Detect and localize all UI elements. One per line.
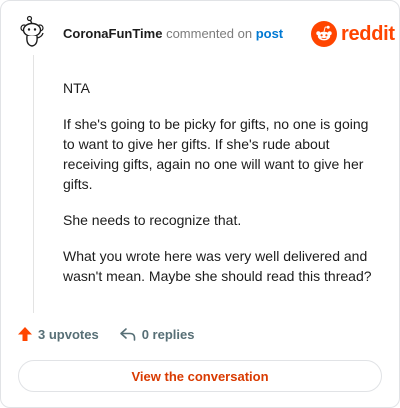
thread-line — [33, 55, 34, 313]
reddit-snoo-icon — [311, 21, 337, 47]
commented-on-text: commented on — [166, 26, 253, 41]
comment-paragraph: If she's going to be picky for gifts, no… — [63, 116, 369, 192]
comment-paragraph: She needs to recognize that. — [63, 212, 242, 228]
reddit-brand-logo[interactable]: reddit — [311, 21, 395, 47]
comment-footer: 3 upvotes 0 replies — [17, 326, 194, 342]
view-conversation-label: View the conversation — [131, 368, 269, 384]
reddit-wordmark: reddit — [341, 23, 395, 45]
replies-count: 0 replies — [141, 326, 195, 342]
snoo-avatar-icon — [20, 15, 44, 47]
comment-paragraph: NTA — [63, 80, 90, 96]
upvotes-count: 3 upvotes — [38, 326, 99, 342]
view-conversation-button[interactable]: View the conversation — [18, 360, 382, 392]
replies-group[interactable]: 0 replies — [119, 326, 195, 342]
post-link[interactable]: post — [256, 26, 283, 41]
reply-arrow-icon[interactable] — [119, 326, 137, 342]
comment-body: NTA If she's going to be picky for gifts… — [63, 78, 383, 302]
comment-paragraph: What you wrote here was very well delive… — [63, 248, 372, 284]
user-avatar[interactable] — [17, 15, 51, 49]
upvote-arrow-icon[interactable] — [17, 326, 33, 342]
upvotes-group[interactable]: 3 upvotes — [17, 326, 99, 342]
comment-header: CoronaFunTime commented on post — [63, 26, 283, 42]
username-link[interactable]: CoronaFunTime — [63, 26, 162, 41]
comment-embed-card: CoronaFunTime commented on post reddit N… — [0, 0, 400, 408]
